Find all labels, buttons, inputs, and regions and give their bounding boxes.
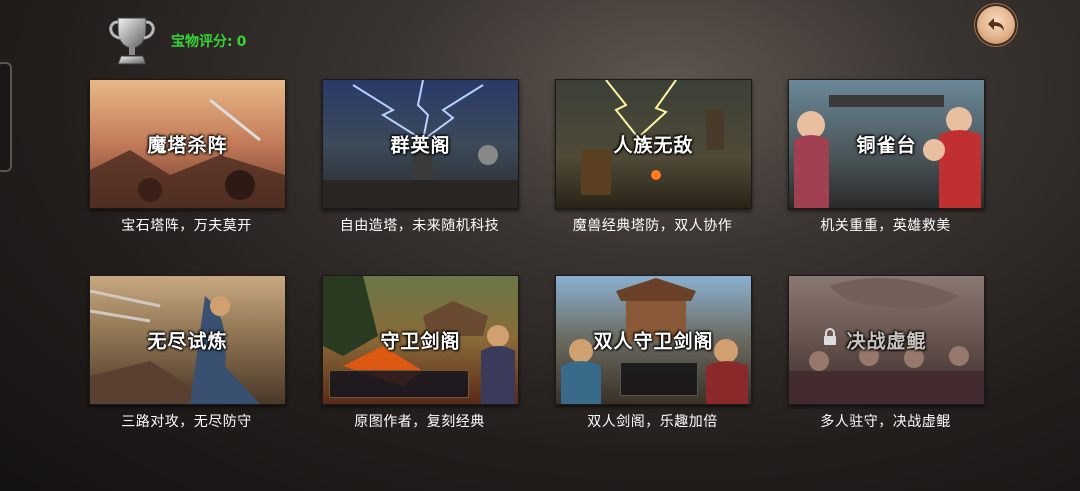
mode-description: 机关重重，英雄救美	[820, 218, 951, 234]
mode-title: 无尽试炼	[147, 330, 228, 353]
side-drawer-handle[interactable]	[0, 62, 12, 172]
silver-trophy-icon	[109, 17, 155, 65]
mode-description: 魔兽经典塔防，双人协作	[572, 218, 733, 234]
mode-title: 铜雀台	[856, 134, 917, 157]
mode-title: 守卫剑阁	[380, 330, 461, 353]
mode-thumbnail[interactable]: 双人守卫剑阁	[555, 275, 752, 405]
mode-card-tongque[interactable]: 铜雀台 机关重重，英雄救美	[788, 79, 985, 235]
game-hud-preview	[620, 362, 698, 396]
back-arrow-icon	[988, 18, 1004, 31]
treasure-score: 宝物评分: 0	[171, 31, 246, 51]
mode-description: 自由造塔，未来随机科技	[339, 218, 500, 234]
mode-card-wujin[interactable]: 无尽试炼 三路对攻，无尽防守	[89, 275, 286, 431]
mode-card-mota[interactable]: 魔塔杀阵 宝石塔阵，万夫莫开	[89, 79, 286, 235]
mode-title: 人族无敌	[613, 134, 694, 157]
mode-thumbnail[interactable]: 决战虚鲲	[788, 275, 985, 405]
mode-thumbnail[interactable]: 群英阁	[322, 79, 519, 209]
game-hud-preview	[329, 370, 469, 398]
mode-thumbnail[interactable]: 无尽试炼	[89, 275, 286, 405]
mode-card-renzu[interactable]: 人族无敌 魔兽经典塔防，双人协作	[555, 79, 752, 235]
back-button[interactable]	[977, 6, 1015, 44]
mode-title: 群英阁	[390, 134, 451, 157]
mode-thumbnail[interactable]: 魔塔杀阵	[89, 79, 286, 209]
mode-description: 多人驻守，决战虚鲲	[820, 414, 951, 430]
mode-card-qunying[interactable]: 群英阁 自由造塔，未来随机科技	[322, 79, 519, 235]
mode-description: 原图作者，复刻经典	[354, 414, 485, 430]
mode-thumbnail[interactable]: 人族无敌	[555, 79, 752, 209]
mode-card-juezhan-xukun[interactable]: 决战虚鲲 多人驻守，决战虚鲲	[788, 275, 985, 431]
mode-title: 双人守卫剑阁	[593, 330, 714, 353]
mode-card-jiange[interactable]: 守卫剑阁 原图作者，复刻经典	[322, 275, 519, 431]
mode-description: 三路对攻，无尽防守	[121, 414, 252, 430]
mode-title: 决战虚鲲	[846, 330, 927, 353]
mode-thumbnail[interactable]: 守卫剑阁	[322, 275, 519, 405]
mode-thumbnail[interactable]: 铜雀台	[788, 79, 985, 209]
mode-title: 魔塔杀阵	[147, 134, 228, 157]
score-label-text: 宝物评分:	[171, 34, 233, 50]
mode-card-shuangren-jiange[interactable]: 双人守卫剑阁 双人剑阁，乐趣加倍	[555, 275, 752, 431]
mode-description: 宝石塔阵，万夫莫开	[121, 218, 252, 234]
score-value: 0	[236, 34, 247, 50]
mode-description: 双人剑阁，乐趣加倍	[587, 414, 718, 430]
